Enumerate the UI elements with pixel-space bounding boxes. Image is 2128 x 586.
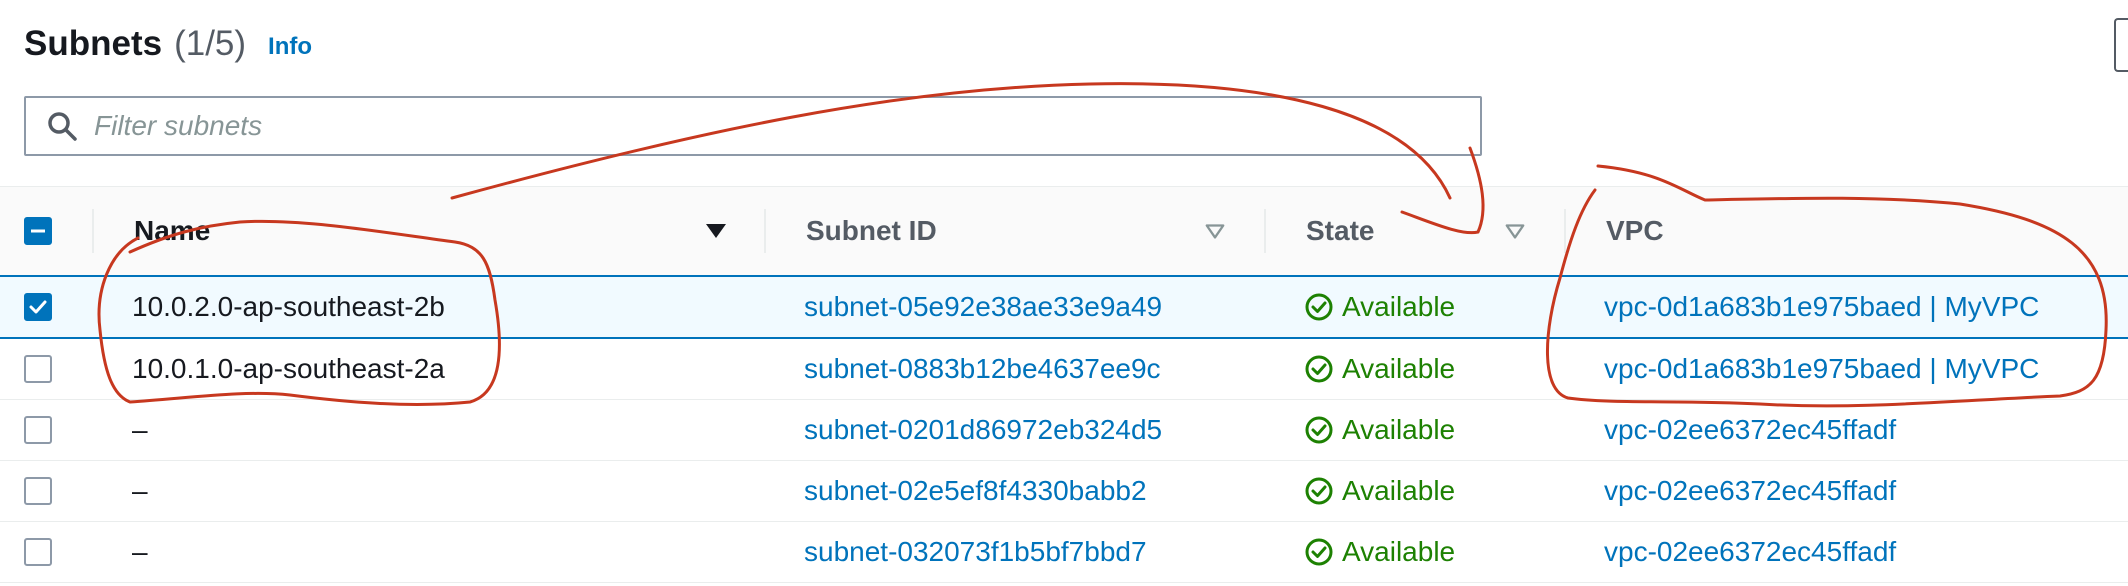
column-header-name-label: Name <box>134 215 211 246</box>
row-checkbox[interactable] <box>24 355 52 383</box>
search-icon <box>48 112 77 141</box>
table-row[interactable]: – subnet-032073f1b5bf7bbd7 Available vpc… <box>0 522 2128 583</box>
subnet-name: – <box>132 536 148 567</box>
header-action-button[interactable] <box>2114 18 2128 72</box>
column-header-state[interactable]: State <box>1306 187 1374 275</box>
column-separator <box>92 209 94 253</box>
check-circle-icon <box>1305 538 1333 566</box>
checkmark-icon <box>29 300 47 314</box>
table-row[interactable]: 10.0.2.0-ap-southeast-2b subnet-05e92e38… <box>0 277 2128 339</box>
vpc-link[interactable]: vpc-02ee6372ec45ffadf <box>1604 400 1896 460</box>
column-header-subnet-id-label: Subnet ID <box>806 215 937 246</box>
column-header-name[interactable]: Name <box>134 187 210 275</box>
status-badge: Available <box>1304 339 1455 399</box>
table-header: Name Subnet ID State VPC <box>0 186 2128 277</box>
column-header-state-label: State <box>1306 215 1375 246</box>
subnet-id-link[interactable]: subnet-032073f1b5bf7bbd7 <box>804 522 1147 582</box>
table-row[interactable]: 10.0.1.0-ap-southeast-2a subnet-0883b12b… <box>0 339 2128 400</box>
row-checkbox[interactable] <box>24 416 52 444</box>
column-separator <box>1564 209 1566 253</box>
status-text: Available <box>1342 475 1456 506</box>
sort-subnet-id-button[interactable] <box>1204 187 1226 275</box>
row-checkbox[interactable] <box>24 538 52 566</box>
subnet-name: – <box>132 414 148 445</box>
filter-subnets-input[interactable] <box>94 110 1454 142</box>
subnet-id-link[interactable]: subnet-02e5ef8f4330babb2 <box>804 461 1147 521</box>
column-header-vpc[interactable]: VPC <box>1606 187 1664 275</box>
status-text: Available <box>1342 414 1456 445</box>
check-circle-icon <box>1305 477 1333 505</box>
status-badge: Available <box>1304 277 1455 337</box>
table-row[interactable]: – subnet-02e5ef8f4330babb2 Available vpc… <box>0 461 2128 522</box>
subnets-table: Name Subnet ID State VPC 10.0.2.0-ap-sou… <box>0 186 2128 583</box>
subnet-id-link[interactable]: subnet-05e92e38ae33e9a49 <box>804 277 1162 337</box>
subnet-id-link[interactable]: subnet-0201d86972eb324d5 <box>804 400 1162 460</box>
caret-down-outline-icon <box>1205 224 1225 239</box>
vpc-link[interactable]: vpc-0d1a683b1e975baed | MyVPC <box>1604 339 2039 399</box>
subnet-name: 10.0.2.0-ap-southeast-2b <box>132 291 445 322</box>
column-separator <box>764 209 766 253</box>
status-badge: Available <box>1304 461 1455 521</box>
sort-state-button[interactable] <box>1504 187 1526 275</box>
check-circle-icon <box>1305 416 1333 444</box>
subnet-id-link[interactable]: subnet-0883b12be4637ee9c <box>804 339 1161 399</box>
panel-header: Subnets (1/5) Info <box>24 16 312 72</box>
select-all-checkbox[interactable] <box>24 217 52 245</box>
status-badge: Available <box>1304 400 1455 460</box>
dash-icon <box>31 229 45 233</box>
table-body: 10.0.2.0-ap-southeast-2b subnet-05e92e38… <box>0 277 2128 583</box>
subnets-panel: Subnets (1/5) Info Name <box>0 0 2128 586</box>
column-header-vpc-label: VPC <box>1606 215 1664 246</box>
status-text: Available <box>1342 353 1456 384</box>
info-link[interactable]: Info <box>268 33 312 61</box>
caret-down-outline-icon <box>1505 224 1525 239</box>
status-badge: Available <box>1304 522 1455 582</box>
check-circle-icon <box>1305 293 1333 321</box>
status-text: Available <box>1342 536 1456 567</box>
selection-count: (1/5) <box>174 24 247 63</box>
vpc-link[interactable]: vpc-02ee6372ec45ffadf <box>1604 522 1896 582</box>
vpc-link[interactable]: vpc-02ee6372ec45ffadf <box>1604 461 1896 521</box>
subnet-name: 10.0.1.0-ap-southeast-2a <box>132 353 445 384</box>
table-row[interactable]: – subnet-0201d86972eb324d5 Available vpc… <box>0 400 2128 461</box>
column-header-subnet-id[interactable]: Subnet ID <box>806 187 937 275</box>
caret-down-filled-icon <box>706 224 726 238</box>
row-checkbox[interactable] <box>24 477 52 505</box>
status-text: Available <box>1342 291 1456 322</box>
filter-search-box[interactable] <box>24 96 1482 156</box>
row-checkbox[interactable] <box>24 293 52 321</box>
check-circle-icon <box>1305 355 1333 383</box>
vpc-link[interactable]: vpc-0d1a683b1e975baed | MyVPC <box>1604 277 2039 337</box>
subnet-name: – <box>132 475 148 506</box>
column-separator <box>1264 209 1266 253</box>
sort-name-button[interactable] <box>704 187 728 275</box>
page-title: Subnets <box>24 24 163 63</box>
